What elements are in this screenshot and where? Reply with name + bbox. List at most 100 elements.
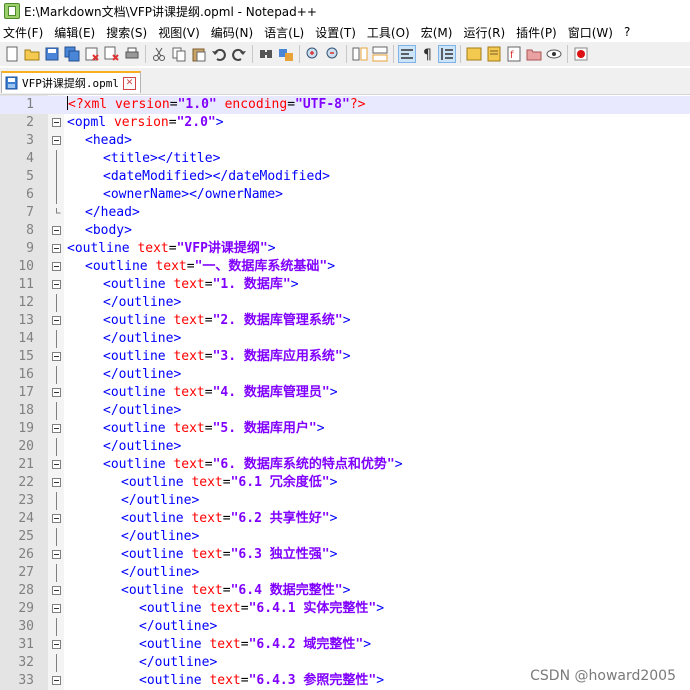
- code-line[interactable]: 3 <head>: [0, 132, 690, 150]
- close-tab-icon[interactable]: ✕: [122, 76, 136, 90]
- fold-toggle-icon[interactable]: [52, 550, 61, 559]
- code-line[interactable]: 11 <outline text="1. 数据库">: [0, 276, 690, 294]
- code-line[interactable]: 18 </outline>: [0, 402, 690, 420]
- fold-toggle-icon[interactable]: [52, 604, 61, 613]
- editor[interactable]: 1 <?xml version="1.0" encoding="UTF-8"?> 2…: [0, 95, 690, 690]
- open-file-icon[interactable]: [24, 46, 40, 62]
- close-all-icon[interactable]: [104, 46, 120, 62]
- code-line[interactable]: 21 <outline text="6. 数据库系统的特点和优势">: [0, 456, 690, 474]
- cut-icon[interactable]: [151, 46, 167, 62]
- fold-toggle-icon[interactable]: [52, 244, 61, 253]
- line-number: 12: [18, 295, 34, 310]
- fold-toggle-icon[interactable]: [52, 676, 61, 685]
- code-line[interactable]: 14 </outline>: [0, 330, 690, 348]
- token-val: "6.4.2 域完整性": [248, 637, 364, 652]
- save-all-icon[interactable]: [64, 46, 80, 62]
- fold-toggle-icon[interactable]: [52, 118, 61, 127]
- code-line[interactable]: 20 </outline>: [0, 438, 690, 456]
- code-line[interactable]: 17 <outline text="4. 数据库管理员">: [0, 384, 690, 402]
- replace-icon[interactable]: [278, 46, 294, 62]
- code-line[interactable]: 28 <outline text="6.4 数据完整性">: [0, 582, 690, 600]
- fold-toggle-icon[interactable]: [52, 388, 61, 397]
- code-text: <outline text="2. 数据库管理系统">: [103, 312, 351, 330]
- fold-line: [56, 654, 57, 672]
- code-line[interactable]: 9 <outline text="VFP讲课提纲">: [0, 240, 690, 258]
- menu-item-10[interactable]: 插件(P): [511, 24, 563, 41]
- code-line[interactable]: 30 </outline>: [0, 618, 690, 636]
- zoom-out-icon[interactable]: [325, 46, 341, 62]
- code-line[interactable]: 27 </outline>: [0, 564, 690, 582]
- token-val: "1. 数据库": [212, 277, 291, 292]
- fold-toggle-icon[interactable]: [52, 316, 61, 325]
- fold-toggle-icon[interactable]: [52, 478, 61, 487]
- undo-icon[interactable]: [211, 46, 227, 62]
- code-line[interactable]: 4 <title></title>: [0, 150, 690, 168]
- code-line[interactable]: 25 </outline>: [0, 528, 690, 546]
- fold-line: [56, 150, 57, 168]
- fold-toggle-icon[interactable]: [52, 226, 61, 235]
- menu-item-11[interactable]: 窗口(W): [563, 24, 619, 41]
- menu-item-9[interactable]: 运行(R): [458, 24, 511, 41]
- close-icon[interactable]: [84, 46, 100, 62]
- menu-item-1[interactable]: 编辑(E): [49, 24, 101, 41]
- word-wrap-icon[interactable]: [398, 45, 416, 63]
- show-all-chars-icon[interactable]: ¶: [419, 46, 435, 62]
- menu-item-7[interactable]: 工具(O): [362, 24, 416, 41]
- record-macro-icon[interactable]: [573, 46, 589, 62]
- paste-icon[interactable]: [191, 46, 207, 62]
- code-line[interactable]: 16 </outline>: [0, 366, 690, 384]
- code-line[interactable]: 31 <outline text="6.4.2 域完整性">: [0, 636, 690, 654]
- menu-item-0[interactable]: 文件(F): [0, 24, 49, 41]
- code-line[interactable]: 5 <dateModified></dateModified>: [0, 168, 690, 186]
- doc-map-icon[interactable]: [486, 46, 502, 62]
- fold-toggle-icon[interactable]: [52, 280, 61, 289]
- fold-toggle-icon[interactable]: [52, 640, 61, 649]
- code-line[interactable]: 22 <outline text="6.1 冗余度低">: [0, 474, 690, 492]
- fold-toggle-icon[interactable]: [52, 514, 61, 523]
- code-line[interactable]: 8 <body>: [0, 222, 690, 240]
- menu-item-8[interactable]: 宏(M): [416, 24, 459, 41]
- code-line[interactable]: 6 <ownerName></ownerName>: [0, 186, 690, 204]
- tab-document[interactable]: VFP讲课提纲.opml ✕: [1, 71, 141, 93]
- menu-item-5[interactable]: 语言(L): [259, 24, 310, 41]
- find-icon[interactable]: [258, 46, 274, 62]
- save-icon[interactable]: [44, 46, 60, 62]
- menu-item-12[interactable]: ?: [619, 25, 636, 39]
- code-line[interactable]: 23 </outline>: [0, 492, 690, 510]
- folder-workspace-icon[interactable]: [526, 46, 542, 62]
- zoom-in-icon[interactable]: [305, 46, 321, 62]
- monitor-icon[interactable]: [546, 46, 562, 62]
- sync-h-icon[interactable]: [372, 46, 388, 62]
- code-line[interactable]: 7 </head>: [0, 204, 690, 222]
- code-text: </outline>: [103, 402, 181, 420]
- code-line[interactable]: 13 <outline text="2. 数据库管理系统">: [0, 312, 690, 330]
- fold-toggle-icon[interactable]: [52, 586, 61, 595]
- code-line[interactable]: 15 <outline text="3. 数据库应用系统">: [0, 348, 690, 366]
- token-tag: >: [215, 115, 224, 130]
- indent-guide-icon[interactable]: [438, 45, 456, 63]
- menu-item-3[interactable]: 视图(V): [153, 24, 206, 41]
- new-file-icon[interactable]: [4, 46, 20, 62]
- sync-v-icon[interactable]: [352, 46, 368, 62]
- user-lang-icon[interactable]: [466, 46, 482, 62]
- function-list-icon[interactable]: f: [506, 46, 522, 62]
- copy-icon[interactable]: [171, 46, 187, 62]
- code-line[interactable]: 2 <opml version="2.0">: [0, 114, 690, 132]
- code-line[interactable]: 24 <outline text="6.2 共享性好">: [0, 510, 690, 528]
- fold-toggle-icon[interactable]: [52, 262, 61, 271]
- menu-item-6[interactable]: 设置(T): [310, 24, 362, 41]
- fold-toggle-icon[interactable]: [52, 352, 61, 361]
- code-line[interactable]: 1 <?xml version="1.0" encoding="UTF-8"?>: [0, 96, 690, 114]
- fold-toggle-icon[interactable]: [52, 424, 61, 433]
- code-line[interactable]: 10 <outline text="一、数据库系统基础">: [0, 258, 690, 276]
- menu-item-4[interactable]: 编码(N): [206, 24, 259, 41]
- redo-icon[interactable]: [231, 46, 247, 62]
- print-icon[interactable]: [124, 46, 140, 62]
- fold-toggle-icon[interactable]: [52, 136, 61, 145]
- menu-item-2[interactable]: 搜索(S): [101, 24, 153, 41]
- code-line[interactable]: 29 <outline text="6.4.1 实体完整性">: [0, 600, 690, 618]
- fold-toggle-icon[interactable]: [52, 460, 61, 469]
- code-line[interactable]: 19 <outline text="5. 数据库用户">: [0, 420, 690, 438]
- code-line[interactable]: 12 </outline>: [0, 294, 690, 312]
- code-line[interactable]: 26 <outline text="6.3 独立性强">: [0, 546, 690, 564]
